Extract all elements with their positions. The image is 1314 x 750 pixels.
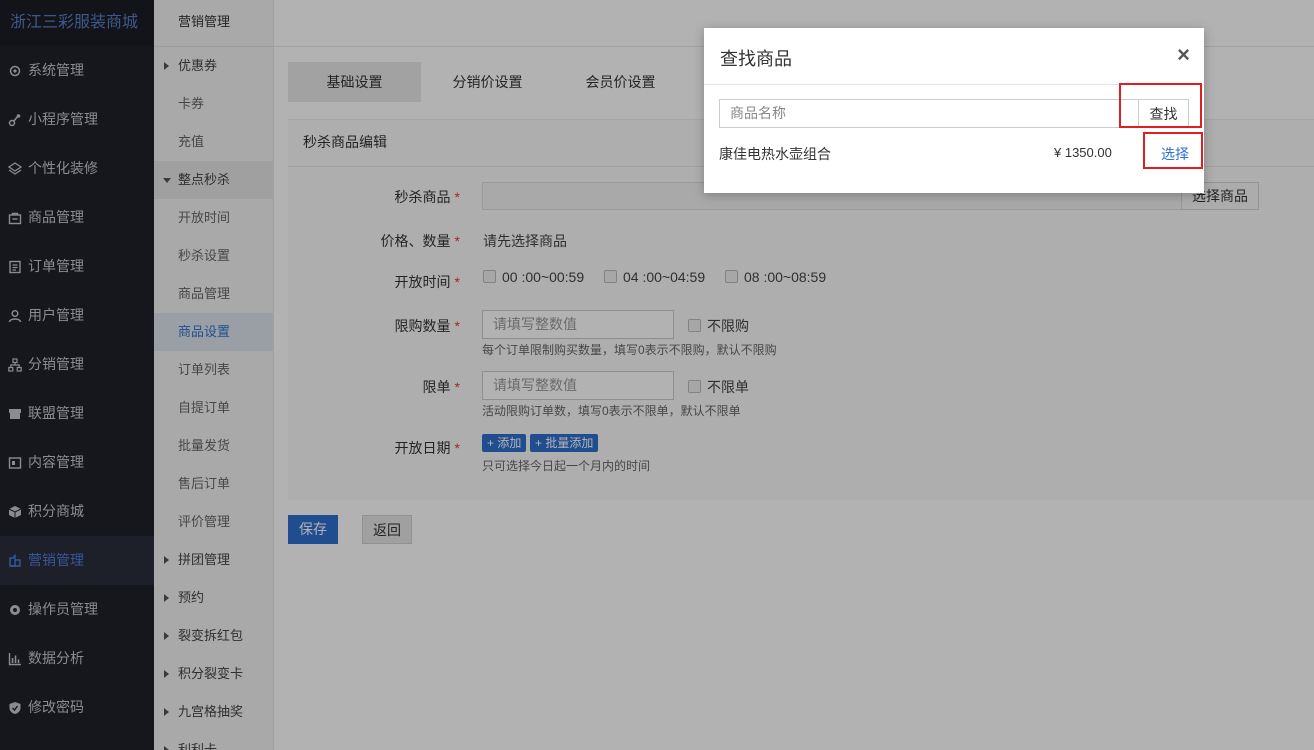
- close-icon[interactable]: ×: [1177, 44, 1190, 66]
- find-goods-modal: 查找商品 × 商品名称 查找 康佳电热水壶组合 ¥ 1350.00 选择: [704, 28, 1204, 193]
- highlight-box-search: [1119, 83, 1202, 128]
- modal-title: 查找商品: [720, 49, 792, 69]
- result-goods-price: ¥ 1350.00: [1054, 145, 1112, 160]
- result-goods-name: 康佳电热水壶组合: [719, 146, 831, 162]
- highlight-box-select: [1143, 132, 1203, 169]
- goods-name-search-input[interactable]: 商品名称: [719, 99, 1139, 128]
